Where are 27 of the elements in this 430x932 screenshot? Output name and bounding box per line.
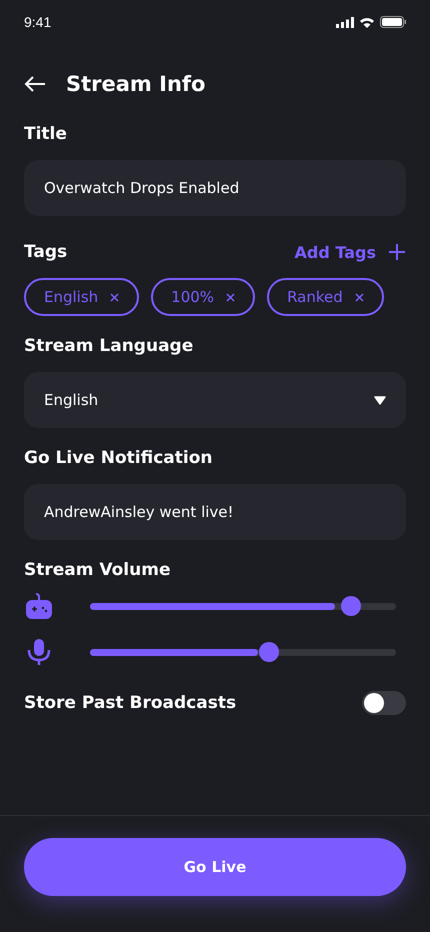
plus-icon	[388, 243, 406, 261]
tag-chip[interactable]: 100%	[151, 278, 256, 316]
add-tags-button[interactable]: Add Tags	[294, 242, 406, 262]
close-icon	[110, 292, 120, 302]
page-title: Stream Info	[66, 72, 206, 96]
back-button[interactable]	[24, 76, 46, 92]
wifi-icon	[359, 16, 375, 28]
status-time: 9:41	[24, 14, 52, 30]
tag-chip[interactable]: English	[24, 278, 140, 316]
signal-icon	[336, 16, 354, 28]
close-icon	[226, 292, 236, 302]
title-field[interactable]: Overwatch Drops Enabled	[24, 160, 406, 216]
tag-chip[interactable]: Ranked	[267, 278, 384, 316]
section-label: Stream Language	[24, 336, 194, 356]
notification-field[interactable]: AndrewAinsley went live!	[24, 484, 406, 540]
toggle-switch[interactable]	[362, 691, 406, 715]
battery-icon	[380, 16, 406, 28]
language-dropdown[interactable]: English	[24, 372, 406, 428]
section-label: Stream Volume	[24, 560, 172, 580]
setting-label: Store Past Broadcasts	[24, 693, 236, 713]
section-label: Title	[24, 124, 68, 144]
section-label: Go Live Notification	[24, 448, 214, 468]
go-live-button[interactable]: Go Live	[24, 838, 406, 896]
caret-icon	[374, 395, 386, 405]
gamepad-icon	[24, 592, 54, 620]
close-icon	[354, 292, 364, 302]
section-label: Tags	[24, 242, 68, 262]
